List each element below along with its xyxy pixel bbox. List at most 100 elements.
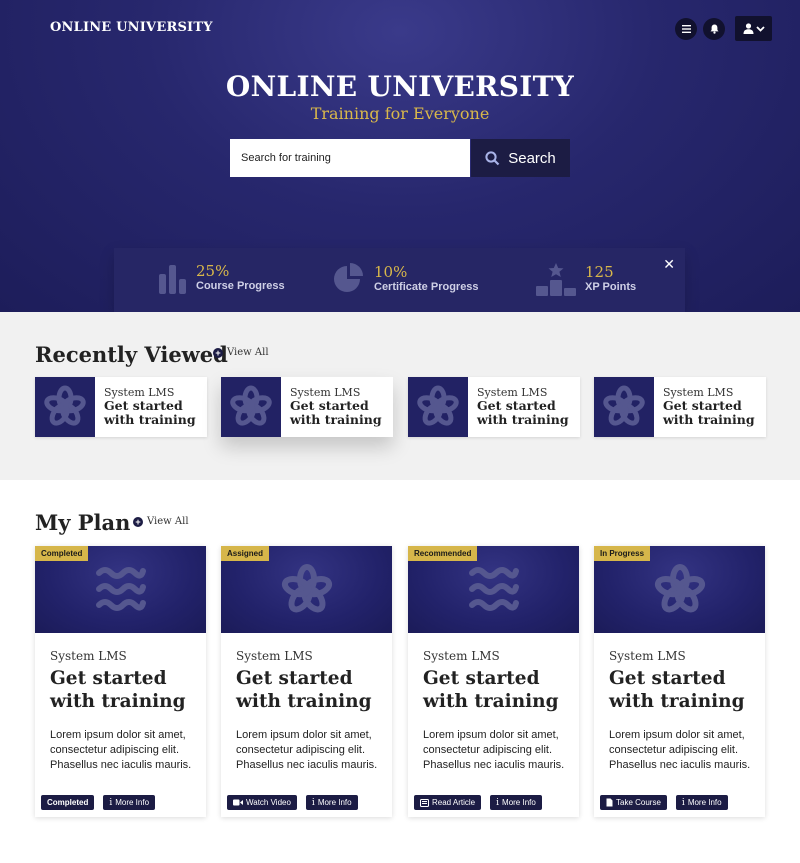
flower-icon: [281, 563, 332, 612]
plan-title: Get started with training: [236, 667, 386, 713]
button-label: Completed: [47, 798, 89, 807]
recent-course-card[interactable]: System LMS Get started with training: [35, 377, 207, 437]
newspaper-icon: [420, 798, 429, 807]
stat-certificate-progress: 10% Certificate Progress: [332, 262, 479, 296]
plan-actions: Read Article i More Info: [414, 795, 542, 810]
button-label: Watch Video: [246, 798, 291, 807]
plan-title-line2: with training: [236, 691, 372, 712]
plan-title-line1: Get started: [609, 668, 726, 689]
hero-title: ONLINE UNIVERSITY: [225, 70, 575, 103]
document-icon: [606, 798, 613, 807]
plan-actions: Completed i More Info: [41, 795, 156, 810]
plan-desc-line2: consectetur adipiscing elit.: [609, 744, 739, 756]
plan-desc-line2: consectetur adipiscing elit.: [236, 744, 366, 756]
plan-desc-line3: Phasellus nec iaculis mauris.: [609, 759, 751, 771]
close-icon[interactable]: ✕: [663, 256, 675, 273]
watch-video-button[interactable]: Watch Video: [227, 795, 297, 810]
plan-title: Get started with training: [609, 667, 759, 713]
stat-label: XP Points: [585, 281, 637, 293]
menu-icon: [681, 24, 691, 33]
info-icon: i: [311, 797, 315, 808]
read-article-button[interactable]: Read Article: [414, 795, 482, 810]
bell-icon: [710, 24, 718, 34]
plan-title-line2: with training: [609, 691, 745, 712]
take-course-button[interactable]: Take Course: [600, 795, 667, 810]
video-camera-icon: [233, 799, 243, 806]
flower-icon: [417, 385, 459, 426]
my-plan-title: My Plan: [35, 510, 131, 535]
course-title-line2: with training: [477, 412, 569, 427]
info-icon: i: [681, 797, 685, 808]
search-input[interactable]: [230, 139, 470, 177]
plan-title: Get started with training: [50, 667, 200, 713]
plan-description: Lorem ipsum dolor sit amet, consectetur …: [50, 728, 205, 773]
course-thumbnail: [35, 377, 95, 437]
plan-desc-line1: Lorem ipsum dolor sit amet,: [236, 729, 372, 741]
plan-desc-line3: Phasellus nec iaculis mauris.: [236, 759, 378, 771]
menu-button[interactable]: [675, 17, 697, 40]
podium-icon: [536, 263, 576, 296]
brand-logo[interactable]: ONLINE UNIVERSITY: [50, 20, 213, 35]
chevron-down-icon: [755, 25, 765, 32]
stats-panel: 25% Course Progress 10% Certificate Prog…: [114, 248, 685, 312]
recently-viewed-title: Recently Viewed: [35, 342, 228, 367]
search-button[interactable]: Search: [471, 139, 570, 177]
plan-org: System LMS: [609, 649, 686, 663]
button-label: More Info: [317, 798, 352, 807]
info-icon: i: [496, 797, 500, 808]
plus-circle-icon: +: [133, 516, 143, 527]
plan-title-line1: Get started: [50, 668, 167, 689]
user-menu-button[interactable]: [735, 16, 772, 41]
recently-viewed-view-all[interactable]: + View All: [213, 347, 269, 358]
plan-desc-line3: Phasellus nec iaculis mauris.: [50, 759, 192, 771]
more-info-button[interactable]: i More Info: [103, 795, 156, 810]
course-title-line1: Get started: [663, 398, 742, 413]
stat-label: Certificate Progress: [374, 281, 479, 293]
view-all-label: View All: [147, 516, 189, 527]
course-thumbnail: [408, 377, 468, 437]
plan-title: Get started with training: [423, 667, 573, 713]
recent-course-card[interactable]: System LMS Get started with training: [408, 377, 580, 437]
stat-value: 125: [585, 263, 614, 281]
bar-chart-icon: [159, 265, 186, 294]
more-info-button[interactable]: i More Info: [675, 795, 728, 810]
waves-icon: [468, 566, 519, 611]
top-icons: [675, 16, 772, 41]
stat-xp-points: 125 XP Points: [535, 262, 636, 296]
course-thumbnail: [221, 377, 281, 437]
plan-title-line1: Get started: [236, 668, 353, 689]
plan-card[interactable]: Recommended System LMS Get started with …: [408, 546, 579, 817]
pie-chart-icon: [334, 263, 363, 292]
completed-button[interactable]: Completed: [41, 795, 95, 810]
plan-card[interactable]: Completed System LMS Get started with tr…: [35, 546, 206, 817]
flower-icon: [603, 385, 645, 426]
stat-course-progress: 25% Course Progress: [158, 262, 285, 294]
plan-desc-line1: Lorem ipsum dolor sit amet,: [50, 729, 186, 741]
stat-value: 25%: [196, 262, 230, 280]
plan-card[interactable]: In Progress System LMS Get started with …: [594, 546, 765, 817]
plan-title-line2: with training: [50, 691, 186, 712]
button-label: More Info: [502, 798, 536, 807]
notifications-button[interactable]: [703, 17, 725, 40]
course-title-line2: with training: [663, 412, 755, 427]
plan-desc-line2: consectetur adipiscing elit.: [50, 744, 180, 756]
button-label: Read Article: [432, 798, 476, 807]
plan-title-line1: Get started: [423, 668, 540, 689]
plan-actions: Watch Video i More Info: [227, 795, 358, 810]
plan-desc-line1: Lorem ipsum dolor sit amet,: [609, 729, 745, 741]
stat-value: 10%: [374, 263, 408, 281]
button-label: More Info: [115, 798, 150, 807]
plan-card[interactable]: Assigned System LMS Get started with tra…: [221, 546, 392, 817]
search-icon: [485, 150, 500, 165]
my-plan-view-all[interactable]: + View All: [133, 516, 189, 527]
recent-course-card[interactable]: System LMS Get started with training: [221, 377, 393, 437]
flower-icon: [654, 563, 705, 612]
more-info-button[interactable]: i More Info: [490, 795, 542, 810]
recent-course-card[interactable]: System LMS Get started with training: [594, 377, 766, 437]
more-info-button[interactable]: i More Info: [305, 795, 358, 810]
button-label: Take Course: [616, 798, 661, 807]
plus-circle-icon: +: [213, 347, 223, 358]
hero-banner: ONLINE UNIVERSITY ONLINE UNIVERSITY Trai…: [0, 0, 800, 312]
status-badge: In Progress: [594, 546, 651, 561]
course-title-line2: with training: [104, 412, 196, 427]
